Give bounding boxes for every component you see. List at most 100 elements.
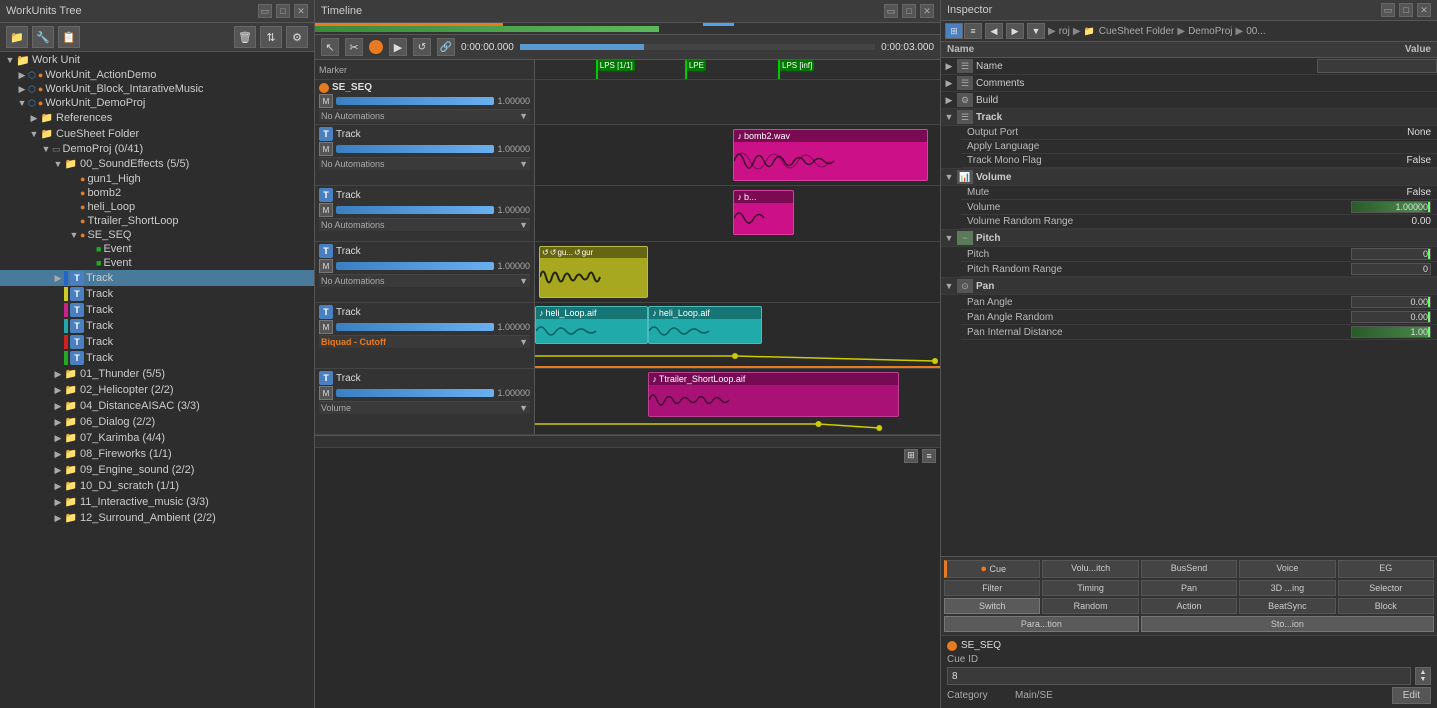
expand-arrow-name[interactable]: ▶ bbox=[941, 61, 957, 72]
tab-pan[interactable]: Pan bbox=[1141, 580, 1237, 596]
pan-internal-dist-bar[interactable]: 1.00 bbox=[1351, 326, 1431, 338]
clip-ttrailer[interactable]: ♪ Ttrailer_ShortLoop.aif bbox=[648, 372, 899, 417]
biquad-arrow[interactable]: ▼ bbox=[519, 337, 528, 347]
automation-arrow-gun[interactable]: ▼ bbox=[519, 276, 528, 286]
minimize-inspector[interactable]: ▭ bbox=[1381, 3, 1395, 17]
timeline-scrubber[interactable] bbox=[520, 44, 875, 50]
tree-item-track3[interactable]: T Track bbox=[0, 302, 314, 318]
restore-icon[interactable]: □ bbox=[902, 4, 916, 18]
nav-back-btn[interactable]: ◀ bbox=[985, 23, 1003, 39]
automation-arrow-seseq[interactable]: ▼ bbox=[519, 111, 528, 121]
loop-btn[interactable]: ↺ bbox=[413, 38, 431, 56]
breadcrumb-cuesheet[interactable]: CueSheet Folder bbox=[1099, 26, 1175, 37]
close-icon[interactable]: ✕ bbox=[920, 4, 934, 18]
tree-item-heli-loop[interactable]: ● heli_Loop bbox=[0, 200, 314, 214]
tab-eg[interactable]: EG bbox=[1338, 560, 1434, 578]
clip-b[interactable]: ♪ b... bbox=[733, 190, 794, 235]
track-area-ttrailer[interactable]: ♪ Ttrailer_ShortLoop.aif bbox=[535, 369, 940, 434]
tree-item-soundeffects[interactable]: ▼ 📁 00_SoundEffects (5/5) bbox=[0, 156, 314, 172]
maximize-icon[interactable]: □ bbox=[276, 4, 290, 18]
cuesheet-icon[interactable]: 📋 bbox=[58, 26, 80, 48]
tree-item-track1[interactable]: ▶ T Track bbox=[0, 270, 314, 286]
tree-item-interactive[interactable]: ▶ 📁 11_Interactive_music (3/3) bbox=[0, 494, 314, 510]
tree-item-fireworks[interactable]: ▶ 📁 08_Fireworks (1/1) bbox=[0, 446, 314, 462]
volume-value-bar[interactable]: 1.00000 bbox=[1351, 201, 1431, 213]
automation-arrow-b[interactable]: ▼ bbox=[519, 220, 528, 230]
volume-slider-b[interactable] bbox=[336, 206, 494, 214]
mute-btn-gun[interactable]: M bbox=[319, 259, 333, 273]
tree-item-track2[interactable]: T Track bbox=[0, 286, 314, 302]
tab-voice[interactable]: Voice bbox=[1239, 560, 1335, 578]
tab-timing[interactable]: Timing bbox=[1042, 580, 1138, 596]
minimize-icon[interactable]: ▭ bbox=[884, 4, 898, 18]
track-area-gun[interactable]: ↺ ↺ gu... ↺ gur bbox=[535, 242, 940, 302]
cue-id-input[interactable]: 8 bbox=[947, 667, 1411, 685]
grid-view-btn[interactable]: ⊞ bbox=[945, 23, 963, 39]
expand-arrow-volume-section[interactable]: ▼ bbox=[941, 172, 957, 182]
tree-item-references[interactable]: ▶ 📁 References bbox=[0, 110, 314, 126]
track-area-heli[interactable]: ♪ heli_Loop.aif ♪ heli_Loop.aif bbox=[535, 303, 940, 368]
clip-gun[interactable]: ↺ ↺ gu... ↺ gur bbox=[539, 246, 648, 298]
tree-item-karimba[interactable]: ▶ 📁 07_Karimba (4/4) bbox=[0, 430, 314, 446]
breadcrumb-00[interactable]: 00... bbox=[1246, 26, 1265, 37]
tab-beatsync[interactable]: BeatSync bbox=[1239, 598, 1335, 614]
tree-item-thunder[interactable]: ▶ 📁 01_Thunder (5/5) bbox=[0, 366, 314, 382]
track-area-bomb[interactable]: ♪ bomb2.wav bbox=[535, 125, 940, 185]
tab-filter[interactable]: Filter bbox=[944, 580, 1040, 596]
tab-cue[interactable]: ● Cue bbox=[944, 560, 1040, 578]
automation-arrow-ttrailer[interactable]: ▼ bbox=[519, 403, 528, 413]
pan-angle-random-bar[interactable]: 0.00 bbox=[1351, 311, 1431, 323]
breadcrumb-roj[interactable]: roj bbox=[1059, 26, 1070, 37]
tree-item-se-seq[interactable]: ▼ ● SE_SEQ bbox=[0, 228, 314, 242]
pitch-value-bar[interactable]: 0 bbox=[1351, 248, 1431, 260]
maximize-inspector[interactable]: □ bbox=[1399, 3, 1413, 17]
nav-down-btn[interactable]: ▼ bbox=[1027, 23, 1045, 39]
tab-selector[interactable]: Selector bbox=[1338, 580, 1434, 596]
tab-random[interactable]: Random bbox=[1042, 598, 1138, 614]
sort-icon[interactable]: ⇅ bbox=[260, 26, 282, 48]
clip-heli2[interactable]: ♪ heli_Loop.aif bbox=[648, 306, 761, 344]
nav-forward-btn[interactable]: ▶ bbox=[1006, 23, 1024, 39]
pan-angle-bar[interactable]: 0.00 bbox=[1351, 296, 1431, 308]
expand-arrow-track-section[interactable]: ▼ bbox=[941, 112, 957, 122]
tree-item-event1[interactable]: ■ Event bbox=[0, 242, 314, 256]
tree-item-gun1-high[interactable]: ● gun1_High bbox=[0, 172, 314, 186]
close-inspector[interactable]: ✕ bbox=[1417, 3, 1431, 17]
mute-btn-bomb[interactable]: M bbox=[319, 142, 333, 156]
automation-arrow-bomb[interactable]: ▼ bbox=[519, 159, 528, 169]
tab-stoion[interactable]: Sto...ion bbox=[1141, 616, 1434, 632]
breadcrumb-demoproj[interactable]: DemoProj bbox=[1188, 26, 1232, 37]
tree-item-track4[interactable]: T Track bbox=[0, 318, 314, 334]
expand-arrow-build[interactable]: ▶ bbox=[941, 95, 957, 106]
tree-item-dialog[interactable]: ▶ 📁 06_Dialog (2/2) bbox=[0, 414, 314, 430]
mute-btn-heli[interactable]: M bbox=[319, 320, 333, 334]
workunit-icon[interactable]: 🔧 bbox=[32, 26, 54, 48]
expand-arrow-comments[interactable]: ▶ bbox=[941, 78, 957, 89]
tree-item-surround[interactable]: ▶ 📁 12_Surround_Ambient (2/2) bbox=[0, 510, 314, 526]
clip-heli1[interactable]: ♪ heli_Loop.aif bbox=[535, 306, 648, 344]
volume-slider-bomb[interactable] bbox=[336, 145, 494, 153]
tree-item-track5[interactable]: T Track bbox=[0, 334, 314, 350]
expand-arrow-pan-section[interactable]: ▼ bbox=[941, 281, 957, 291]
tree-item-block-interactive[interactable]: ▶ ⬡ ● WorkUnit_Block_IntarativeMusic bbox=[0, 82, 314, 96]
timeline-scrollbar[interactable] bbox=[315, 435, 940, 447]
tree-item-action-demo[interactable]: ▶ ⬡ ● WorkUnit_ActionDemo bbox=[0, 68, 314, 82]
mute-btn-b[interactable]: M bbox=[319, 203, 333, 217]
mute-btn-ttrailer[interactable]: M bbox=[319, 386, 333, 400]
volume-slider-gun[interactable] bbox=[336, 262, 494, 270]
edit-btn[interactable]: Edit bbox=[1392, 687, 1431, 704]
tab-paraion[interactable]: Para...tion bbox=[944, 616, 1139, 632]
link-btn[interactable]: 🔗 bbox=[437, 38, 455, 56]
tab-volu-itch[interactable]: Volu...itch bbox=[1042, 560, 1138, 578]
folder-icon[interactable]: 📁 bbox=[6, 26, 28, 48]
tree-item-engine[interactable]: ▶ 📁 09_Engine_sound (2/2) bbox=[0, 462, 314, 478]
tree-item-demoproj-wu[interactable]: ▼ ⬡ ● WorkUnit_DemoProj bbox=[0, 96, 314, 110]
tree-item-work-unit[interactable]: ▼ 📁 Work Unit bbox=[0, 52, 314, 68]
tab-action[interactable]: Action bbox=[1141, 598, 1237, 614]
track-area-b[interactable]: ♪ b... bbox=[535, 186, 940, 241]
zoom-icon[interactable]: ⊞ bbox=[904, 449, 918, 463]
volume-slider-ttrailer[interactable] bbox=[336, 389, 494, 397]
tree-item-bomb2[interactable]: ● bomb2 bbox=[0, 186, 314, 200]
tab-3ding[interactable]: 3D ...ing bbox=[1239, 580, 1335, 596]
tree-item-track6[interactable]: T Track bbox=[0, 350, 314, 366]
